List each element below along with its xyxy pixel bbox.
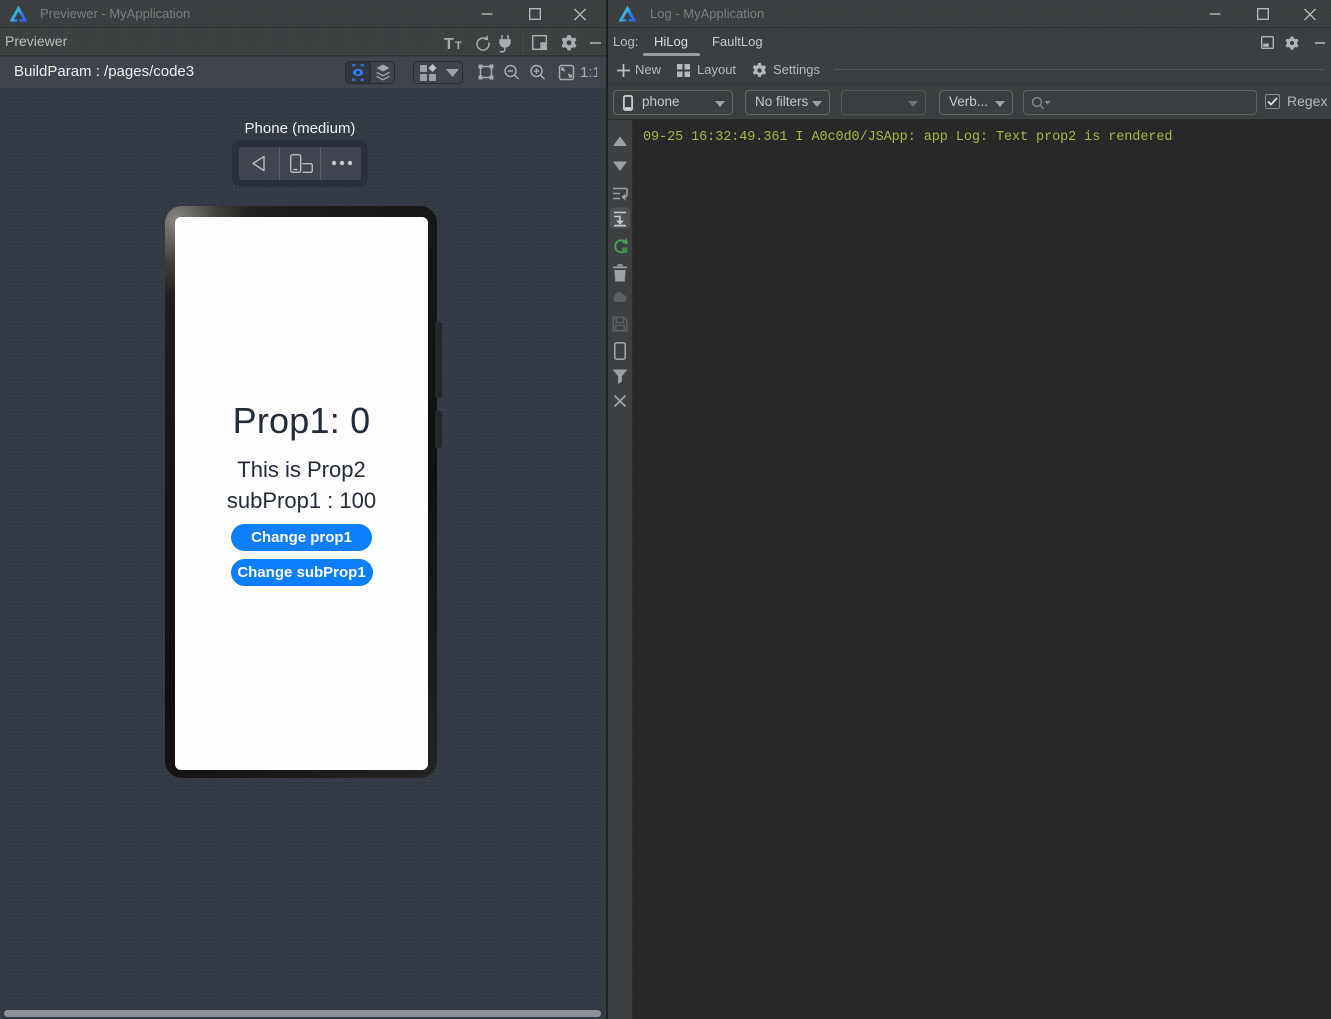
svg-text:T: T	[444, 36, 454, 53]
svg-text:T: T	[455, 40, 462, 52]
svg-text:1:1: 1:1	[580, 64, 597, 81]
